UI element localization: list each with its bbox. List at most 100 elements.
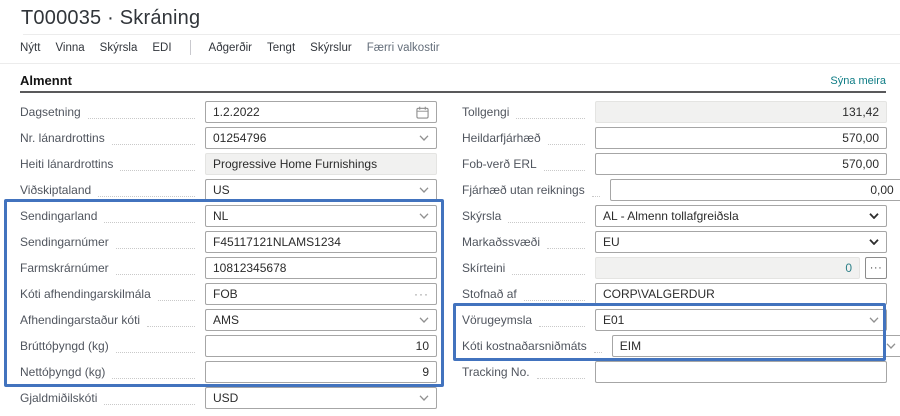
field-row-nr-lanardrottins: Nr. lánardrottins 01254796: [20, 127, 437, 149]
field-value: 10: [213, 339, 429, 353]
general-fields: Dagsetning 1.2.2022 Nr. lánardrottins 01254…: [0, 101, 900, 413]
dot-leader: [544, 157, 585, 171]
menu-item-adgerdir[interactable]: Aðgerðir: [209, 42, 252, 54]
field-row-stofnad-af: Stofnað af CORP\VALGERDUR: [462, 283, 887, 305]
field-label: Tollgengi: [462, 105, 509, 119]
field-value: EU: [603, 235, 863, 249]
field-value: NL: [213, 209, 413, 223]
field-value: F45117121NLAMS1234: [213, 235, 429, 249]
field-label: Dagsetning: [20, 105, 81, 119]
menu-item-nytt[interactable]: Nýtt: [20, 42, 40, 54]
field-value: 0,00: [618, 183, 894, 197]
field-value: 131,42: [603, 105, 879, 119]
menu-item-skyrsla[interactable]: Skýrsla: [100, 42, 138, 54]
field-row-vidskiptaland: ViðskiptalandUS: [20, 179, 437, 201]
field-skyrsla[interactable]: AL - Almenn tollafgreiðsla: [595, 205, 887, 227]
section-title: Almennt: [20, 73, 72, 88]
menu-item-skyrslur[interactable]: Skýrslur: [310, 42, 352, 54]
field-row-fjarhaed-utan-reiknings: Fjárhæð utan reiknings0,00: [462, 179, 887, 201]
field-value: 570,00: [603, 157, 879, 171]
field-label: Nr. lánardrottins: [20, 131, 105, 145]
action-bar: Nýtt Vinna Skýrsla EDI Aðgerðir Tengt Skýrslur…: [20, 40, 900, 55]
field-vidskiptaland[interactable]: US: [205, 179, 437, 201]
assist-edit-button[interactable]: ···: [865, 257, 887, 279]
field-label: Sendingarnúmer: [20, 235, 109, 249]
field-sendingarnumer[interactable]: F45117121NLAMS1234: [205, 231, 437, 253]
chevron-down-icon: [869, 239, 879, 245]
field-tracking-no[interactable]: [595, 361, 887, 383]
field-row-markadssvaedi: MarkaðssvæðiEU: [462, 231, 887, 253]
field-nr-lanardrottins[interactable]: 01254796: [205, 127, 437, 149]
dot-leader: [158, 287, 195, 301]
dot-leader: [104, 209, 195, 223]
menu-item-faerri-valkostir[interactable]: Færri valkostir: [367, 42, 440, 54]
field-label: Farmskrárnúmer: [20, 261, 109, 275]
field-value: Progressive Home Furnishings: [213, 157, 429, 171]
field-value: USD: [213, 391, 413, 405]
field-skirteini: 0: [595, 257, 860, 279]
field-value: 570,00: [603, 131, 879, 145]
field-nettothyngd-kg[interactable]: 9: [205, 361, 437, 383]
field-row-heiti-lanardrottins: Heiti lánardrottins Progressive Home Furn…: [20, 153, 437, 175]
field-row-fob-verd-erl: Fob-verð ERL 570,00: [462, 153, 887, 175]
field-sendingarland[interactable]: NL: [205, 205, 437, 227]
field-koti-kostnadarsnidmats[interactable]: EIM: [612, 335, 900, 357]
menu-divider: [190, 40, 191, 55]
dot-leader: [537, 365, 585, 379]
dot-leader: [112, 131, 195, 145]
field-row-afhendingarstadur-koti: Afhendingarstaður kótiAMS: [20, 309, 437, 331]
field-vorugeymsla[interactable]: E01: [595, 309, 887, 331]
field-value: CORP\VALGERDUR: [603, 287, 879, 301]
field-afhendingarstadur-koti[interactable]: AMS: [205, 309, 437, 331]
registration-page: T000035 · Skráning Nýtt Vinna Skýrsla EDI Að…: [0, 0, 900, 416]
field-label: Heiti lánardrottins: [20, 157, 113, 171]
field-bruttothyngd-kg[interactable]: 10: [205, 335, 437, 357]
field-value: 1.2.2022: [213, 105, 410, 119]
field-stofnad-af[interactable]: CORP\VALGERDUR: [595, 283, 887, 305]
field-row-sendingarland: Sendingarland NL: [20, 205, 437, 227]
field-markadssvaedi[interactable]: EU: [595, 231, 887, 253]
field-farmskrarnumer[interactable]: 10812345678: [205, 257, 437, 279]
field-row-skirteini: Skírteini 0 ···: [462, 257, 887, 279]
field-gjaldmidilskoti[interactable]: USD: [205, 387, 437, 409]
field-fob-verd-erl[interactable]: 570,00: [595, 153, 887, 175]
field-row-tollgengi: Tollgengi 131,42: [462, 101, 887, 123]
field-label: Heildarfjárhæð: [462, 131, 541, 145]
dot-leader: [548, 131, 585, 145]
divider-menu: [0, 63, 900, 64]
page-title: T000035 · Skráning: [21, 7, 200, 30]
field-heiti-lanardrottins: Progressive Home Furnishings: [205, 153, 437, 175]
field-label: Nettóþyngd (kg): [20, 365, 105, 379]
field-row-koti-kostnadarsnidmats: Kóti kostnaðarsniðmátsEIM: [462, 335, 887, 357]
field-row-heildarfjarhaed: Heildarfjárhæð 570,00: [462, 127, 887, 149]
field-value: 0: [603, 261, 852, 275]
field-row-skyrsla: SkýrslaAL - Almenn tollafgreiðsla: [462, 205, 887, 227]
menu-item-edi[interactable]: EDI: [152, 42, 171, 54]
chevron-down-icon: [419, 213, 429, 219]
dot-leader: [512, 261, 585, 275]
menu-item-vinna[interactable]: Vinna: [55, 42, 84, 54]
field-fjarhaed-utan-reiknings[interactable]: 0,00: [610, 179, 900, 201]
menu-item-tengt[interactable]: Tengt: [267, 42, 295, 54]
show-more-link[interactable]: Sýna meira: [830, 75, 886, 87]
field-row-farmskrarnumer: Farmskrárnúmer 10812345678: [20, 257, 437, 279]
field-tollgengi: 131,42: [595, 101, 887, 123]
field-value: AMS: [213, 313, 413, 327]
field-value: 01254796: [213, 131, 413, 145]
fields-column-left: Dagsetning 1.2.2022 Nr. lánardrottins 01254…: [0, 101, 450, 413]
field-value: US: [213, 183, 413, 197]
field-label: Gjaldmiðilskóti: [20, 391, 97, 405]
ellipsis-icon[interactable]: ···: [414, 287, 429, 301]
field-label: Skírteini: [462, 261, 505, 275]
field-label: Vörugeymsla: [462, 313, 532, 327]
calendar-icon[interactable]: [416, 106, 429, 119]
field-label: Sendingarland: [20, 209, 97, 223]
field-koti-afhendingarskilmala[interactable]: FOB···: [205, 283, 437, 305]
field-label: Stofnað af: [462, 287, 517, 301]
field-dagsetning[interactable]: 1.2.2022: [205, 101, 437, 123]
field-row-bruttothyngd-kg: Brúttóþyngd (kg)10: [20, 335, 437, 357]
field-label: Fob-verð ERL: [462, 157, 537, 171]
dot-leader: [524, 287, 585, 301]
field-heildarfjarhaed[interactable]: 570,00: [595, 127, 887, 149]
dot-leader: [88, 105, 195, 119]
